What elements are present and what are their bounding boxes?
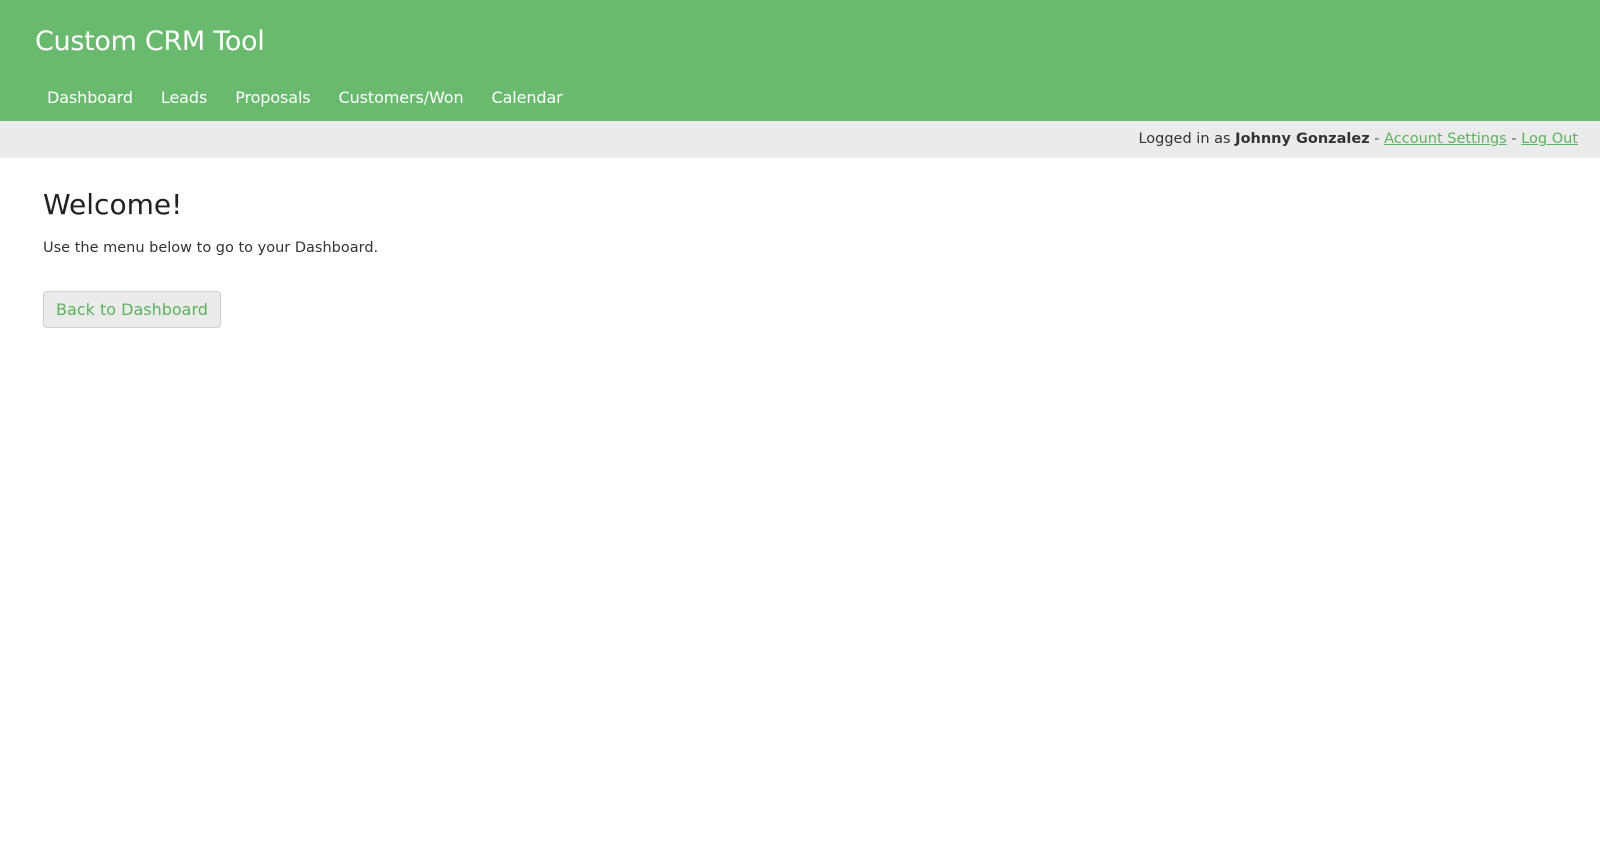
page-title: Welcome! [43,188,183,221]
user-status: Logged in as Johnny Gonzalez - Account S… [1138,131,1578,147]
nav-item-calendar[interactable]: Calendar [478,84,577,111]
log-out-link[interactable]: Log Out [1521,131,1578,147]
user-bar: Logged in as Johnny Gonzalez - Account S… [0,121,1600,158]
separator: - [1506,131,1522,147]
username: Johnny Gonzalez [1235,131,1370,147]
nav-item-proposals[interactable]: Proposals [221,84,324,111]
nav-item-leads[interactable]: Leads [147,84,221,111]
separator: - [1369,131,1385,147]
intro-text: Use the menu below to go to your Dashboa… [43,240,379,256]
nav-item-customers-won[interactable]: Customers/Won [325,84,478,111]
nav-item-dashboard[interactable]: Dashboard [33,84,147,111]
app-title: Custom CRM Tool [35,26,265,57]
back-to-dashboard-button[interactable]: Back to Dashboard [43,291,221,328]
main-nav: Dashboard Leads Proposals Customers/Won … [33,84,577,111]
logged-in-label: Logged in as [1138,131,1236,147]
top-header: Custom CRM Tool Dashboard Leads Proposal… [0,0,1600,121]
account-settings-link[interactable]: Account Settings [1384,131,1507,147]
